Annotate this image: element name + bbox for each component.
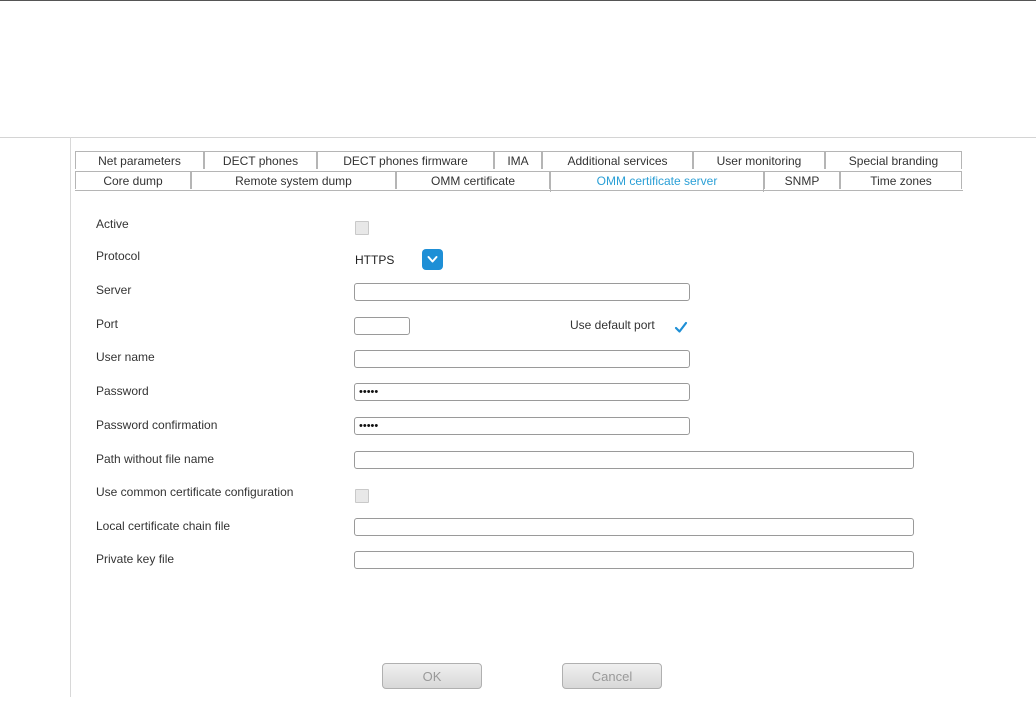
tab-net-parameters[interactable]: Net parameters: [75, 151, 204, 169]
server-label: Server: [96, 283, 132, 297]
password-input[interactable]: •••••: [354, 383, 690, 401]
private-key-label: Private key file: [96, 552, 175, 566]
tab-dect-phones[interactable]: DECT phones: [204, 151, 317, 169]
tab-time-zones[interactable]: Time zones: [840, 171, 962, 189]
password-confirmation-input[interactable]: •••••: [354, 417, 690, 435]
port-input[interactable]: [354, 317, 410, 335]
tab-core-dump[interactable]: Core dump: [75, 171, 191, 189]
tab-strip-underline: [75, 190, 963, 191]
protocol-label: Protocol: [96, 249, 141, 263]
tab-omm-certificate-server[interactable]: OMM certificate server: [550, 171, 764, 192]
local-cert-chain-label: Local certificate chain file: [96, 519, 231, 533]
ok-button[interactable]: OK: [382, 663, 482, 689]
use-common-cert-checkbox[interactable]: [355, 489, 369, 503]
active-label: Active: [96, 217, 129, 231]
tab-ima[interactable]: IMA: [494, 151, 542, 169]
path-input[interactable]: [354, 451, 914, 469]
use-default-port-checkbox[interactable]: [674, 320, 688, 334]
active-checkbox[interactable]: [355, 221, 369, 235]
path-label: Path without file name: [96, 452, 215, 466]
use-common-cert-label: Use common certificate configuration: [96, 485, 294, 499]
tab-omm-certificate[interactable]: OMM certificate: [396, 171, 550, 189]
tab-remote-system-dump[interactable]: Remote system dump: [191, 171, 396, 189]
cancel-button[interactable]: Cancel: [562, 663, 662, 689]
local-cert-chain-input[interactable]: [354, 518, 914, 536]
protocol-select-value[interactable]: HTTPS: [355, 253, 394, 267]
private-key-input[interactable]: [354, 551, 914, 569]
top-rule: [0, 0, 1036, 1]
panel-left-border: [70, 137, 71, 697]
tab-user-monitoring[interactable]: User monitoring: [693, 151, 825, 169]
password-label: Password: [96, 384, 149, 398]
port-label: Port: [96, 317, 119, 331]
server-input[interactable]: [354, 283, 690, 301]
user-name-input[interactable]: [354, 350, 690, 368]
use-default-port-label: Use default port: [570, 318, 655, 332]
password-confirmation-label: Password confirmation: [96, 418, 218, 432]
checkmark-icon: [674, 321, 688, 333]
protocol-dropdown-button[interactable]: [422, 249, 443, 270]
chevron-down-icon: [427, 256, 438, 263]
tab-special-branding[interactable]: Special branding: [825, 151, 962, 169]
user-name-label: User name: [96, 350, 155, 364]
panel-top-border: [0, 137, 1036, 138]
tab-additional-services[interactable]: Additional services: [542, 151, 693, 169]
tab-dect-phones-firmware[interactable]: DECT phones firmware: [317, 151, 494, 169]
tab-snmp[interactable]: SNMP: [764, 171, 840, 189]
